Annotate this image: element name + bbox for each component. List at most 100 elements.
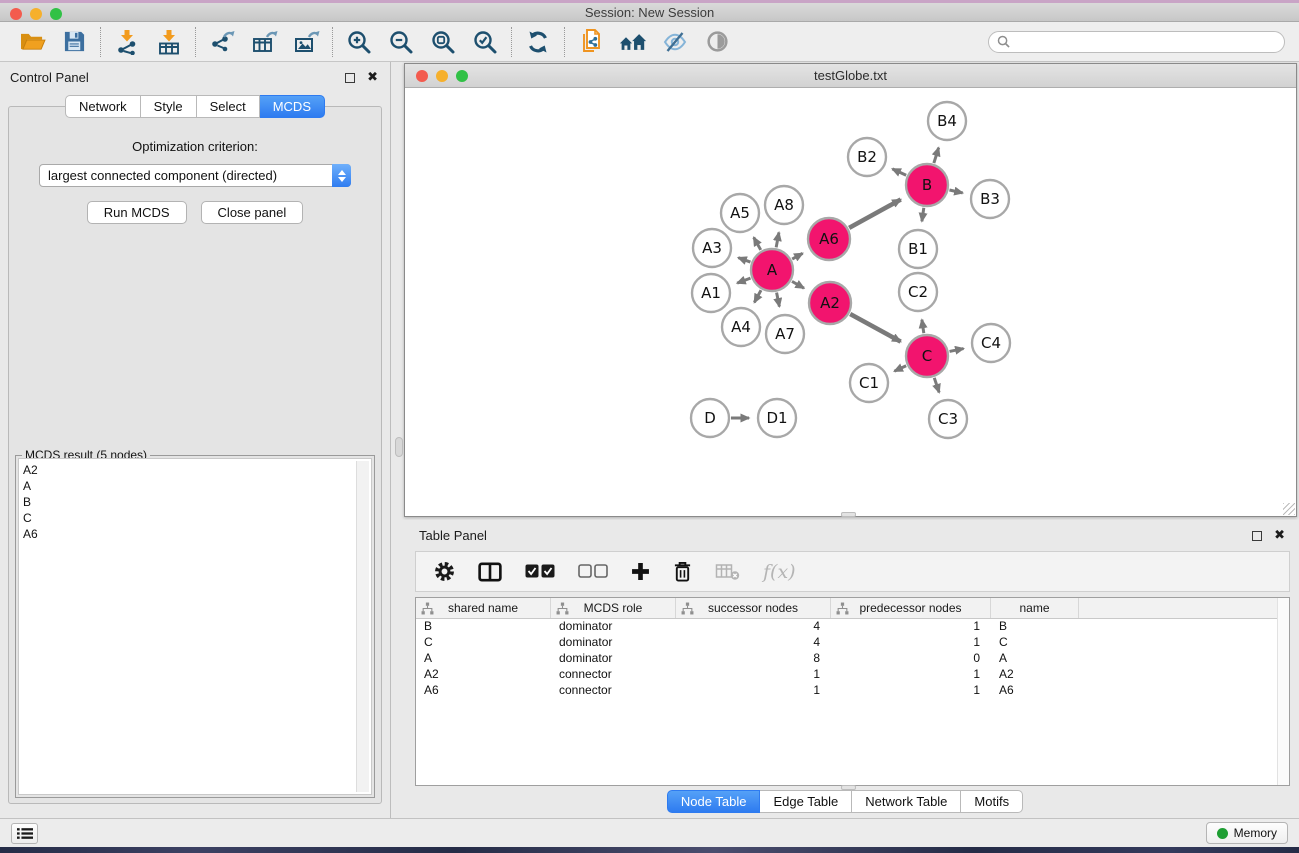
zoom-selected-button[interactable] [471,28,499,56]
cell-name[interactable]: A [991,651,1079,667]
zoom-window-button[interactable] [50,8,62,20]
search-input[interactable] [1010,35,1276,49]
graph-node-B3[interactable]: B3 [971,180,1009,218]
result-item[interactable]: A6 [23,526,371,542]
tab-motifs[interactable]: Motifs [961,790,1023,813]
cell-successor-nodes[interactable]: 4 [676,635,831,651]
tab-edge-table[interactable]: Edge Table [760,790,852,813]
table-row[interactable]: C dominator 4 1 C [416,635,1289,651]
cell-name[interactable]: A6 [991,683,1079,699]
cell-predecessor-nodes[interactable]: 1 [831,619,991,635]
cell-mcds-role[interactable]: dominator [551,651,676,667]
cell-shared-name[interactable]: A6 [416,683,551,699]
cell-mcds-role[interactable]: dominator [551,619,676,635]
zoom-fit-button[interactable] [429,28,457,56]
cell-mcds-role[interactable]: connector [551,667,676,683]
table-row[interactable]: A2 connector 1 1 A2 [416,667,1289,683]
import-network-button[interactable] [113,28,141,56]
table-scrollbar[interactable] [1277,598,1289,785]
optimization-criterion-dropdown[interactable]: largest connected component (directed) [39,164,351,187]
cell-name[interactable]: C [991,635,1079,651]
birdseye-view-button[interactable] [703,28,731,56]
graph-node-A3[interactable]: A3 [693,229,731,267]
cell-name[interactable]: A2 [991,667,1079,683]
minimize-network-button[interactable] [436,70,448,82]
table-row[interactable]: B dominator 4 1 B [416,619,1289,635]
close-network-button[interactable] [416,70,428,82]
deselect-all-button[interactable] [578,564,608,579]
network-canvas[interactable]: AA1A2A3A4A5A6A7A8BB1B2B3B4CC1C2C3C4DD1 [405,89,1296,516]
apply-layout-button[interactable] [524,28,552,56]
table-row[interactable]: A6 connector 1 1 A6 [416,683,1289,699]
cell-name[interactable]: B [991,619,1079,635]
graph-node-B2[interactable]: B2 [848,138,886,176]
cell-shared-name[interactable]: C [416,635,551,651]
tab-mcds[interactable]: MCDS [260,95,325,118]
graph-node-A6[interactable]: A6 [808,218,850,260]
mcds-result-list[interactable]: A2 A B C A6 [18,458,372,795]
graph-node-A[interactable]: A [751,249,793,291]
graph-node-D[interactable]: D [691,399,729,437]
node-table[interactable]: shared name MCDS role successor nodes [415,597,1290,786]
tab-network-table[interactable]: Network Table [852,790,961,813]
delete-column-button[interactable] [673,561,692,582]
tab-network[interactable]: Network [65,95,141,118]
graph-node-B1[interactable]: B1 [899,230,937,268]
result-item[interactable]: A [23,478,371,494]
tab-select[interactable]: Select [197,95,260,118]
export-image-button[interactable] [292,28,320,56]
vizmapper-toggle-button[interactable] [661,28,689,56]
graph-node-A4[interactable]: A4 [722,308,760,346]
cell-mcds-role[interactable]: connector [551,683,676,699]
splitter-grip[interactable] [841,785,856,790]
cell-successor-nodes[interactable]: 1 [676,667,831,683]
import-table-button[interactable] [155,28,183,56]
graph-node-B4[interactable]: B4 [928,102,966,140]
result-item[interactable]: C [23,510,371,526]
cell-shared-name[interactable]: A [416,651,551,667]
float-panel-icon[interactable] [1252,531,1262,541]
graph-node-A2[interactable]: A2 [809,282,851,324]
float-panel-icon[interactable] [345,73,355,83]
home-network-button[interactable] [619,28,647,56]
graph-node-D1[interactable]: D1 [758,399,796,437]
result-scrollbar[interactable] [356,461,369,792]
graph-node-C2[interactable]: C2 [899,273,937,311]
cell-shared-name[interactable]: B [416,619,551,635]
result-item[interactable]: A2 [23,462,371,478]
open-file-button[interactable] [18,28,46,56]
graph-node-C1[interactable]: C1 [850,364,888,402]
graph-node-A1[interactable]: A1 [692,274,730,312]
column-header-name[interactable]: name [991,598,1079,618]
table-row[interactable]: A dominator 8 0 A [416,651,1289,667]
result-item[interactable]: B [23,494,371,510]
graph-node-A5[interactable]: A5 [721,194,759,232]
column-header-shared-name[interactable]: shared name [416,598,551,618]
export-table-button[interactable] [250,28,278,56]
graph-node-A7[interactable]: A7 [766,315,804,353]
cell-predecessor-nodes[interactable]: 1 [831,683,991,699]
minimize-window-button[interactable] [30,8,42,20]
graph-node-C3[interactable]: C3 [929,400,967,438]
graph-node-B[interactable]: B [906,164,948,206]
cell-predecessor-nodes[interactable]: 1 [831,667,991,683]
splitter-grip[interactable] [841,512,856,517]
cell-shared-name[interactable]: A2 [416,667,551,683]
cell-successor-nodes[interactable]: 8 [676,651,831,667]
clone-network-button[interactable] [577,28,605,56]
column-header-successor-nodes[interactable]: successor nodes [676,598,831,618]
zoom-out-button[interactable] [387,28,415,56]
memory-button[interactable]: Memory [1206,822,1288,844]
network-graph[interactable]: AA1A2A3A4A5A6A7A8BB1B2B3B4CC1C2C3C4DD1 [405,89,1296,516]
tab-node-table[interactable]: Node Table [667,790,761,813]
save-session-button[interactable] [60,28,88,56]
add-column-button[interactable] [631,562,650,581]
panel-splitter-handle[interactable] [395,437,403,457]
show-log-button[interactable] [11,823,38,844]
graph-node-C[interactable]: C [906,335,948,377]
cell-predecessor-nodes[interactable]: 0 [831,651,991,667]
cell-successor-nodes[interactable]: 1 [676,683,831,699]
resize-grip[interactable] [1283,503,1295,515]
zoom-in-button[interactable] [345,28,373,56]
tab-style[interactable]: Style [141,95,197,118]
